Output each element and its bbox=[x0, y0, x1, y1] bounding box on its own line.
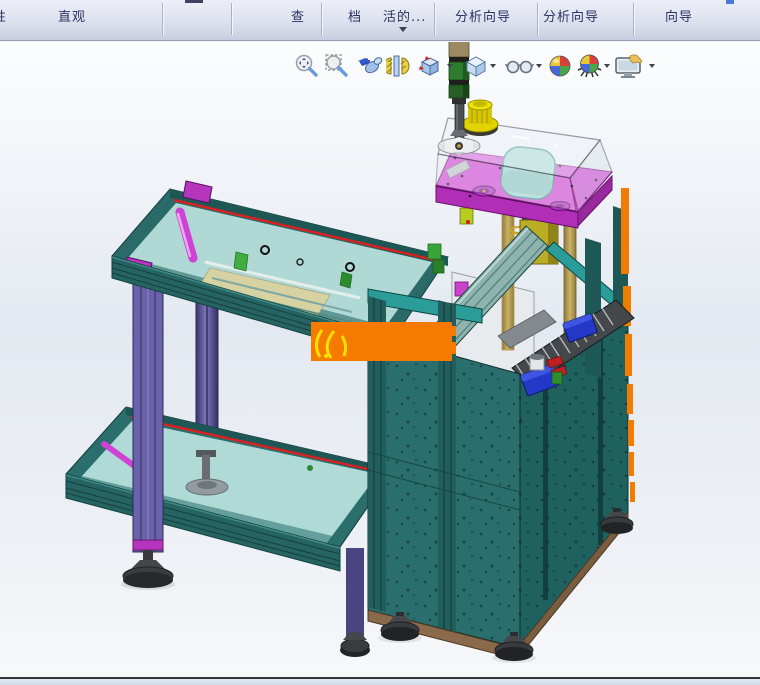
toolbar-separator bbox=[162, 3, 163, 35]
toolbar-separator bbox=[434, 3, 435, 35]
chevron-down-icon[interactable] bbox=[490, 64, 496, 68]
toolbar-tab-properties[interactable]: 性 bbox=[0, 6, 7, 25]
view-orientation-icon[interactable] bbox=[416, 52, 444, 80]
toolbar-separator bbox=[537, 3, 538, 35]
chevron-down-icon[interactable] bbox=[649, 64, 655, 68]
apply-scene-icon[interactable] bbox=[575, 52, 603, 80]
chevron-down-icon[interactable] bbox=[536, 64, 542, 68]
chevron-down-icon[interactable] bbox=[399, 27, 407, 32]
chevron-down-icon[interactable] bbox=[447, 64, 453, 68]
toolbar-separator bbox=[321, 3, 322, 35]
toolbar-icon-fragment bbox=[726, 0, 734, 4]
display-style-icon[interactable] bbox=[462, 52, 490, 80]
previous-view-icon[interactable] bbox=[355, 52, 383, 80]
edit-appearance-icon[interactable] bbox=[546, 52, 574, 80]
toolbar-tab-visualize[interactable]: 直观 bbox=[58, 6, 86, 25]
toolbar-icon-fragment bbox=[185, 0, 203, 3]
toolbar-tab-analysis-wizard[interactable]: 分析向导 bbox=[455, 6, 511, 25]
command-manager-toolbar: 性 直观 查 档 活的... 分析向导 分析向导 向导 bbox=[0, 0, 760, 41]
toolbar-separator bbox=[633, 3, 634, 35]
chevron-down-icon[interactable] bbox=[604, 64, 610, 68]
zoom-to-area-icon[interactable] bbox=[323, 52, 351, 80]
solidworks-window: { "commandManager": { "tabs": [ {"label"… bbox=[0, 0, 760, 685]
view-settings-icon[interactable] bbox=[614, 52, 642, 80]
toolbar-tab-active[interactable]: 活的... bbox=[383, 6, 426, 25]
toolbar-tab-analysis-wizard-2[interactable]: 分析向导 bbox=[543, 6, 599, 25]
sensor-block bbox=[234, 252, 248, 271]
section-view-icon[interactable] bbox=[386, 52, 414, 80]
toolbar-tab-document[interactable]: 档 bbox=[348, 6, 362, 25]
toolbar-tab-wizard[interactable]: 向导 bbox=[665, 6, 693, 25]
status-bar bbox=[0, 677, 760, 685]
graphics-viewport[interactable] bbox=[0, 0, 760, 685]
toolbar-separator bbox=[231, 3, 232, 35]
rack-post-middle bbox=[196, 288, 218, 430]
watermark-banner bbox=[311, 322, 456, 361]
hide-show-items-icon[interactable] bbox=[505, 52, 533, 80]
toolbar-tab-check[interactable]: 查 bbox=[291, 6, 305, 25]
zoom-to-fit-icon[interactable] bbox=[293, 52, 321, 80]
